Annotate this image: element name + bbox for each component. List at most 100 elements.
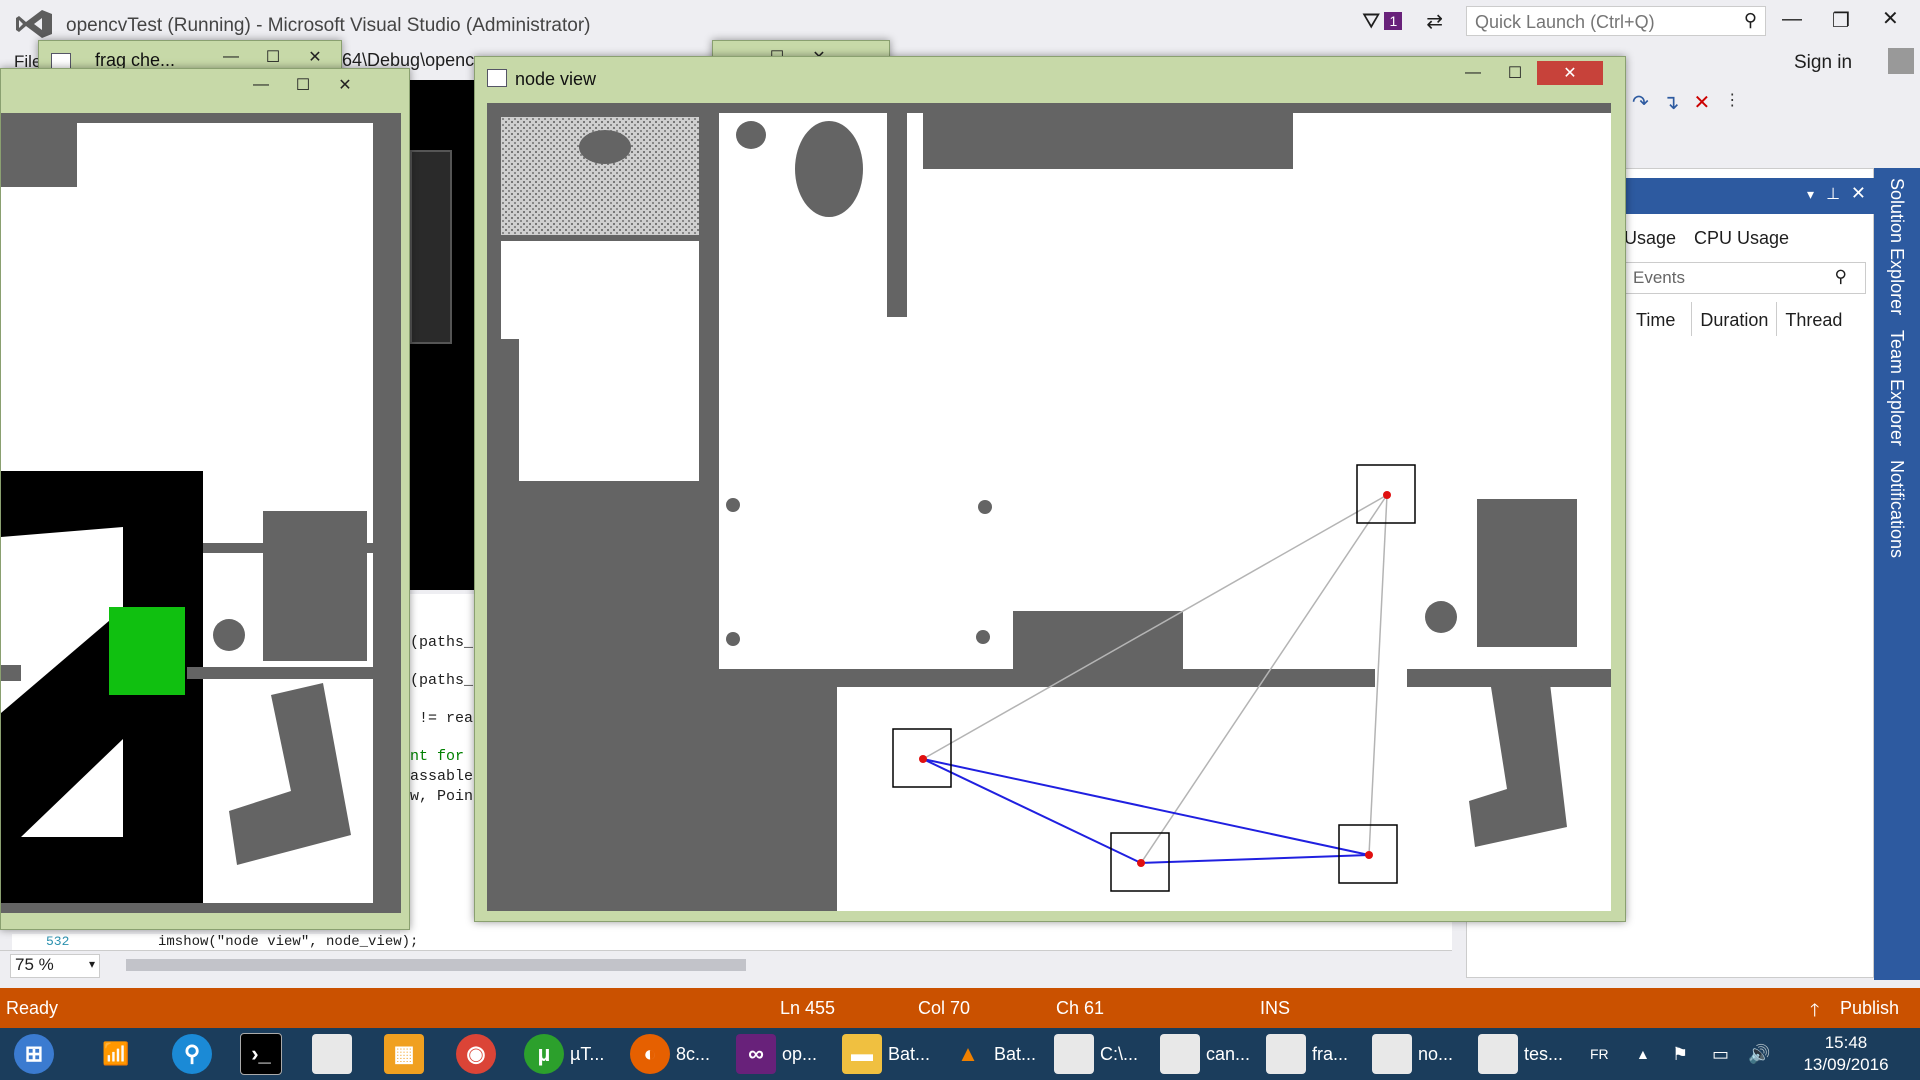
node-point xyxy=(919,755,927,763)
window-node-view[interactable]: node view — ☐ ✕ xyxy=(474,56,1626,922)
search-icon[interactable]: ⚲ xyxy=(1744,10,1757,31)
tab-cpu-usage[interactable]: CPU Usage xyxy=(1694,228,1789,249)
taskbar-window-5[interactable]: tes... xyxy=(1478,1032,1563,1076)
taskbar-label: Bat... xyxy=(994,1043,1037,1064)
events-search-placeholder: Events xyxy=(1633,268,1685,287)
taskbar-utorrent[interactable]: µ µT... xyxy=(524,1032,604,1076)
maximize-button[interactable]: ☐ xyxy=(1495,61,1535,85)
tab-memory-usage[interactable]: Usage xyxy=(1624,228,1676,249)
events-search[interactable]: Events ⚲ xyxy=(1620,262,1866,294)
step-over-icon[interactable]: ↷ xyxy=(1632,90,1649,115)
taskbar-vlc[interactable]: ▲ Bat... xyxy=(948,1032,1036,1076)
col-thread[interactable]: Thread xyxy=(1777,302,1850,336)
col-time[interactable]: Time xyxy=(1620,302,1693,336)
taskbar-wifi[interactable]: 📶 xyxy=(96,1032,136,1076)
code-line: assable xyxy=(410,768,483,785)
power-icon[interactable]: ▭ xyxy=(1712,1032,1729,1076)
taskbar-chrome[interactable]: ◉ xyxy=(456,1032,496,1076)
tab-notifications[interactable]: Notifications xyxy=(1886,460,1907,558)
quick-launch-input[interactable] xyxy=(1467,7,1733,38)
console-scrollbar[interactable] xyxy=(410,150,452,344)
taskbar-window-3[interactable]: fra... xyxy=(1266,1032,1348,1076)
vs-minimize-button[interactable]: — xyxy=(1782,8,1802,31)
taskbar-label: µT... xyxy=(570,1043,605,1064)
tray-overflow-icon[interactable]: ▲ xyxy=(1636,1032,1650,1076)
maximize-button[interactable]: ☐ xyxy=(283,73,323,97)
close-button[interactable]: ✕ xyxy=(295,45,335,69)
panel-dropdown-icon[interactable]: ▾ xyxy=(1807,186,1814,203)
node-view-map xyxy=(487,103,1611,911)
tab-solution-explorer[interactable]: Solution Explorer xyxy=(1886,178,1907,315)
filter-flag-icon[interactable]: ⛛ xyxy=(1362,8,1380,34)
chrome-icon: ◉ xyxy=(456,1034,496,1074)
vs-restore-button[interactable]: ❐ xyxy=(1832,8,1850,33)
imshow-code-line: imshow("node view", node_view); xyxy=(158,934,419,950)
minimize-button[interactable]: — xyxy=(211,45,251,69)
vs-window-title: opencvTest (Running) - Microsoft Visual … xyxy=(66,15,591,36)
events-table-header: Time Duration Thread xyxy=(1620,302,1864,336)
search-icon[interactable]: ⚲ xyxy=(1835,267,1847,287)
taskbar-window-4[interactable]: no... xyxy=(1372,1032,1453,1076)
taskbar-label: fra... xyxy=(1312,1043,1349,1064)
quick-launch[interactable]: ⚲ xyxy=(1466,6,1766,38)
account-avatar-icon[interactable] xyxy=(1888,48,1914,74)
taskbar-cmd[interactable]: ›_ xyxy=(240,1032,282,1076)
taskbar-visual-studio[interactable]: ∞ op... xyxy=(736,1032,817,1076)
clock-time: 15:48 xyxy=(1824,1033,1868,1052)
publish-button[interactable]: Publish xyxy=(1840,998,1899,1019)
notifications-area[interactable]: ⛛ 1 ⇄ xyxy=(1362,8,1443,34)
taskbar-explorer[interactable]: ▬ Bat... xyxy=(842,1032,930,1076)
action-center-flag-icon[interactable]: ⚑ xyxy=(1672,1032,1688,1076)
window-frag-check[interactable]: — ☐ ✕ xyxy=(0,68,410,930)
taskbar-window-1[interactable]: C:\... xyxy=(1054,1032,1138,1076)
folder-icon: ▬ xyxy=(842,1034,882,1074)
code-line: != reac xyxy=(410,710,483,727)
clear-breakpoints-icon[interactable]: ✕ xyxy=(1694,90,1711,115)
pin-icon[interactable]: ⊥ xyxy=(1826,184,1840,204)
toolbar-overflow-icon[interactable]: ⋮ xyxy=(1724,90,1740,115)
window-title: node view xyxy=(515,69,597,89)
close-button[interactable]: ✕ xyxy=(1537,61,1603,85)
windows-taskbar: ⊞ 📶 ⚲ ›_ ▦ ◉ µ µT... ◐ 8c... ∞ op... ▬ Bat..… xyxy=(0,1028,1920,1080)
horizontal-scrollbar[interactable] xyxy=(126,959,746,971)
start-button[interactable]: ⊞ xyxy=(14,1032,54,1076)
taskbar-window-app[interactable] xyxy=(312,1032,352,1076)
zoom-value: 75 % xyxy=(15,955,54,974)
magnifier-icon: ⚲ xyxy=(172,1034,212,1074)
diag-tabs: Usage CPU Usage xyxy=(1624,228,1789,249)
taskbar-rubik[interactable]: ▦ xyxy=(384,1032,424,1076)
vs-close-button[interactable]: ✕ xyxy=(1882,6,1899,31)
sign-in-link[interactable]: Sign in xyxy=(1794,52,1852,74)
code-line: w, Point xyxy=(410,788,483,805)
minimize-button[interactable]: — xyxy=(241,73,281,97)
window-app-icon xyxy=(312,1034,352,1074)
taskbar-label: tes... xyxy=(1524,1043,1564,1064)
publish-arrow-icon[interactable]: 🡑 xyxy=(1810,998,1819,1028)
code-line: (paths_t xyxy=(410,672,483,689)
language-indicator[interactable]: FR xyxy=(1590,1032,1609,1076)
tab-team-explorer[interactable]: Team Explorer xyxy=(1886,330,1907,446)
maximize-button[interactable]: ☐ xyxy=(253,45,293,69)
rubik-cube-icon: ▦ xyxy=(384,1034,424,1074)
panel-close-icon[interactable]: ✕ xyxy=(1851,183,1866,204)
taskbar-search[interactable]: ⚲ xyxy=(172,1032,212,1076)
taskbar-firefox[interactable]: ◐ 8c... xyxy=(630,1032,710,1076)
notification-badge[interactable]: 1 xyxy=(1384,12,1403,30)
feedback-icon[interactable]: ⇄ xyxy=(1426,9,1443,34)
step-into-icon[interactable]: ↴ xyxy=(1663,90,1680,115)
taskbar-window-2[interactable]: can... xyxy=(1160,1032,1250,1076)
status-insert-mode: INS xyxy=(1260,998,1291,1018)
status-ready: Ready xyxy=(6,998,59,1018)
clock[interactable]: 15:48 13/09/2016 xyxy=(1796,1032,1896,1076)
window-app-icon xyxy=(1266,1034,1306,1074)
status-bar: Ready Ln 455 Col 70 Ch 61 INS 🡑 Publish xyxy=(0,988,1920,1028)
clock-date: 13/09/2016 xyxy=(1803,1055,1889,1074)
chevron-down-icon: ▾ xyxy=(88,957,95,971)
col-duration[interactable]: Duration xyxy=(1692,302,1778,336)
editor-bottom-bar: 75 % ▾ xyxy=(0,950,1452,979)
minimize-button[interactable]: — xyxy=(1453,61,1493,85)
taskbar-label: Bat... xyxy=(888,1043,931,1064)
volume-icon[interactable]: 🔊 xyxy=(1748,1032,1770,1076)
zoom-select[interactable]: 75 % ▾ xyxy=(10,954,100,978)
close-button[interactable]: ✕ xyxy=(325,73,365,97)
